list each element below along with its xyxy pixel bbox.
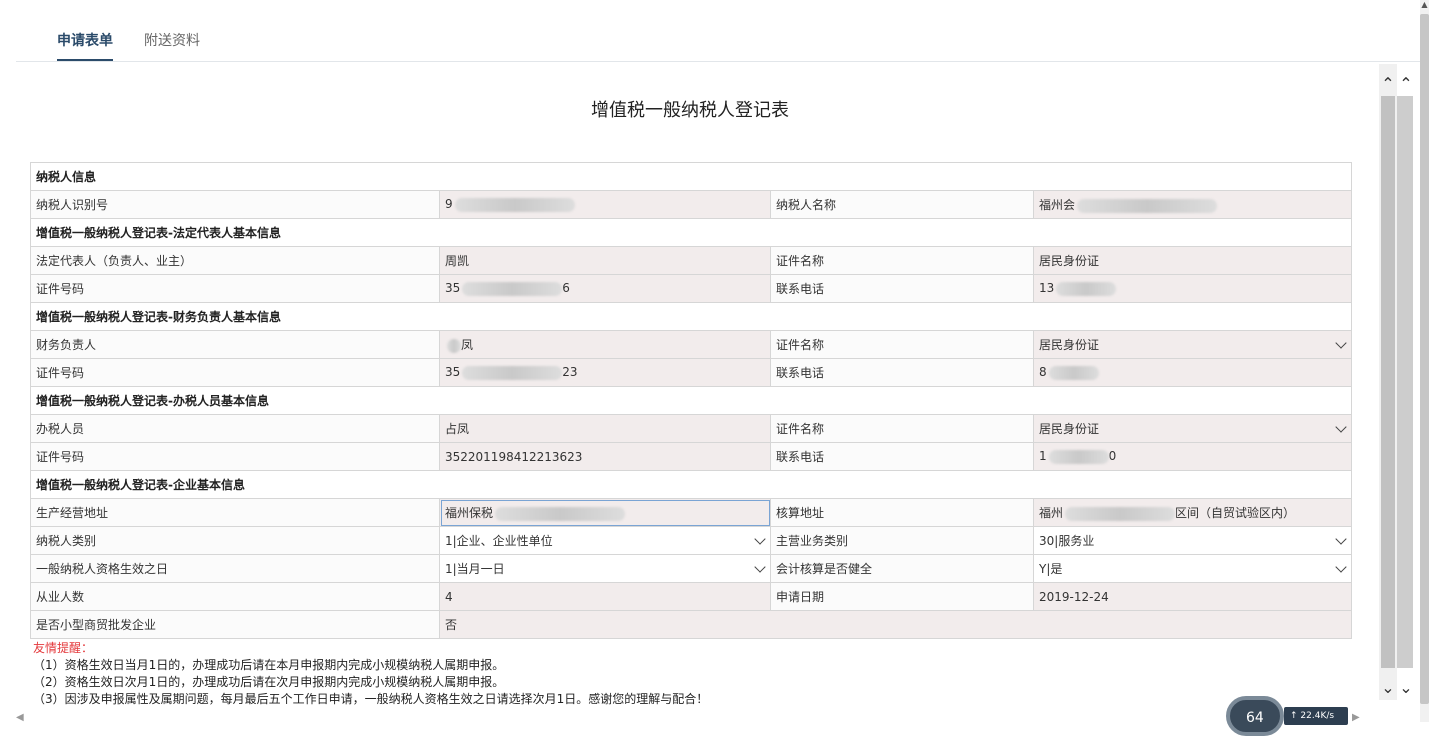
redacted-mask bbox=[447, 338, 461, 353]
legal-id-type-label: 证件名称 bbox=[770, 246, 1034, 275]
legal-phone-field: 13 bbox=[1032, 274, 1353, 303]
accounting-sound-label: 会计核算是否健全 bbox=[770, 554, 1034, 583]
chevron-down-icon bbox=[1335, 337, 1347, 349]
redacted-mask bbox=[462, 365, 563, 380]
finance-field[interactable]: 凤 bbox=[439, 330, 771, 359]
officer-id-no-field[interactable]: 352201198412213623 bbox=[439, 442, 771, 471]
chevron-up-icon[interactable]: ⌃ bbox=[1380, 76, 1396, 92]
legal-id-type-field: 居民身份证 bbox=[1032, 246, 1353, 275]
taxpayer-name-field: 福州会 bbox=[1032, 190, 1353, 219]
finance-id-no-field[interactable]: 35 23 bbox=[439, 358, 771, 387]
employees-label: 从业人数 bbox=[30, 582, 440, 611]
chevron-down-icon bbox=[754, 561, 766, 573]
network-speed-widget[interactable]: 64 bbox=[1226, 696, 1284, 736]
small-trade-label: 是否小型商贸批发企业 bbox=[30, 610, 440, 639]
chevron-up-icon[interactable]: ⌃ bbox=[1398, 76, 1414, 92]
taxpayer-id-field: 9 bbox=[439, 190, 771, 219]
address-label: 生产经营地址 bbox=[30, 498, 440, 527]
registration-table: 纳税人信息 纳税人识别号 9 纳税人名称 福州会 增值税一般纳税人登记表-法定代… bbox=[29, 162, 1353, 639]
apply-date-label: 申请日期 bbox=[770, 582, 1034, 611]
legal-rep-label: 法定代表人（负责人、业主） bbox=[30, 246, 440, 275]
redacted-mask bbox=[1077, 198, 1218, 213]
officer-id-type-label: 证件名称 bbox=[770, 414, 1034, 443]
section-finance: 增值税一般纳税人登记表-财务负责人基本信息 bbox=[29, 302, 1353, 331]
finance-id-no-label: 证件号码 bbox=[30, 358, 440, 387]
network-speed-label: ↑ 22.4K/s bbox=[1284, 707, 1348, 725]
chevron-down-icon bbox=[1335, 421, 1347, 433]
finance-phone-label: 联系电话 bbox=[770, 358, 1034, 387]
chevron-down-icon[interactable]: ⌄ bbox=[1380, 680, 1396, 696]
friendly-reminder: 友情提醒： （1）资格生效日当月1日的，办理成功后请在本月申报期内完成小规模纳税… bbox=[33, 640, 708, 708]
page-scroll-up-icon[interactable]: ▲ bbox=[1420, 0, 1429, 12]
finance-label: 财务负责人 bbox=[30, 330, 440, 359]
scroll-left-icon[interactable]: ◀ bbox=[16, 712, 24, 723]
redacted-mask bbox=[1065, 506, 1176, 521]
section-enterprise: 增值税一般纳税人登记表-企业基本信息 bbox=[29, 470, 1353, 499]
accounting-sound-select[interactable]: Y|是 bbox=[1032, 554, 1353, 583]
section-tax-officer: 增值税一般纳税人登记表-办税人员基本信息 bbox=[29, 386, 1353, 415]
small-trade-field: 否 bbox=[438, 610, 1353, 639]
address-input[interactable]: 福州保税 bbox=[439, 498, 771, 527]
tab-bar: 申请表单 附送资料 bbox=[16, 0, 1420, 62]
officer-phone-field[interactable]: 10 bbox=[1032, 442, 1353, 471]
redacted-mask bbox=[462, 281, 563, 296]
finance-phone-field[interactable]: 8 bbox=[1032, 358, 1353, 387]
taxpayer-type-select[interactable]: 1|企业、企业性单位 bbox=[439, 526, 771, 555]
taxpayer-id-label: 纳税人识别号 bbox=[30, 190, 440, 219]
form-scrollbar-thumb[interactable] bbox=[1381, 96, 1395, 668]
officer-id-type-select[interactable]: 居民身份证 bbox=[1032, 414, 1353, 443]
finance-id-type-select[interactable]: 居民身份证 bbox=[1032, 330, 1353, 359]
legal-id-no-field: 35 6 bbox=[439, 274, 771, 303]
reminder-line: （2）资格生效日次月1日的，办理成功后请在次月申报期内完成小规模纳税人属期申报。 bbox=[33, 675, 505, 689]
chevron-down-icon bbox=[754, 533, 766, 545]
tab-application-form[interactable]: 申请表单 bbox=[57, 30, 113, 61]
reminder-line: （1）资格生效日当月1日的，办理成功后请在本月申报期内完成小规模纳税人属期申报。 bbox=[33, 658, 505, 672]
section-taxpayer-info: 纳税人信息 bbox=[29, 162, 1353, 191]
reminder-line: （3）因涉及申报属性及属期问题，每月最后五个工作日申请，一般纳税人资格生效之日请… bbox=[33, 692, 709, 706]
page-title: 增值税一般纳税人登记表 bbox=[591, 100, 789, 121]
effective-date-label: 一般纳税人资格生效之日 bbox=[30, 554, 440, 583]
main-business-select[interactable]: 30|服务业 bbox=[1032, 526, 1353, 555]
officer-label: 办税人员 bbox=[30, 414, 440, 443]
redacted-mask bbox=[495, 506, 626, 521]
finance-id-type-label: 证件名称 bbox=[770, 330, 1034, 359]
legal-id-no-label: 证件号码 bbox=[30, 274, 440, 303]
redacted-mask bbox=[1056, 281, 1117, 296]
section-legal-rep: 增值税一般纳税人登记表-法定代表人基本信息 bbox=[29, 218, 1353, 247]
reminder-title: 友情提醒： bbox=[33, 641, 94, 655]
accounting-address-field[interactable]: 福州 区间（自贸试验区内） bbox=[1032, 498, 1353, 527]
tab-attachments[interactable]: 附送资料 bbox=[144, 30, 200, 61]
taxpayer-type-label: 纳税人类别 bbox=[30, 526, 440, 555]
redacted-mask bbox=[1048, 449, 1109, 464]
employees-input[interactable]: 4 bbox=[439, 582, 771, 611]
upload-arrow-icon: ↑ bbox=[1290, 711, 1298, 721]
taxpayer-name-label: 纳税人名称 bbox=[770, 190, 1034, 219]
main-business-label: 主营业务类别 bbox=[770, 526, 1034, 555]
officer-id-no-label: 证件号码 bbox=[30, 442, 440, 471]
officer-phone-label: 联系电话 bbox=[770, 442, 1034, 471]
chevron-down-icon[interactable]: ⌄ bbox=[1398, 680, 1414, 696]
scroll-right-icon[interactable]: ▶ bbox=[1352, 712, 1360, 723]
apply-date-field: 2019-12-24 bbox=[1032, 582, 1353, 611]
redacted-mask bbox=[1048, 365, 1099, 380]
chevron-down-icon bbox=[1335, 533, 1347, 545]
frame-scrollbar[interactable] bbox=[1397, 96, 1413, 668]
legal-rep-field: 周凯 bbox=[439, 246, 771, 275]
redacted-mask bbox=[454, 197, 575, 212]
chevron-down-icon bbox=[1335, 561, 1347, 573]
effective-date-select[interactable]: 1|当月一日 bbox=[439, 554, 771, 583]
page-scrollbar-thumb[interactable] bbox=[1420, 14, 1429, 704]
accounting-address-label: 核算地址 bbox=[770, 498, 1034, 527]
legal-phone-label: 联系电话 bbox=[770, 274, 1034, 303]
officer-field[interactable]: 占凤 bbox=[439, 414, 771, 443]
